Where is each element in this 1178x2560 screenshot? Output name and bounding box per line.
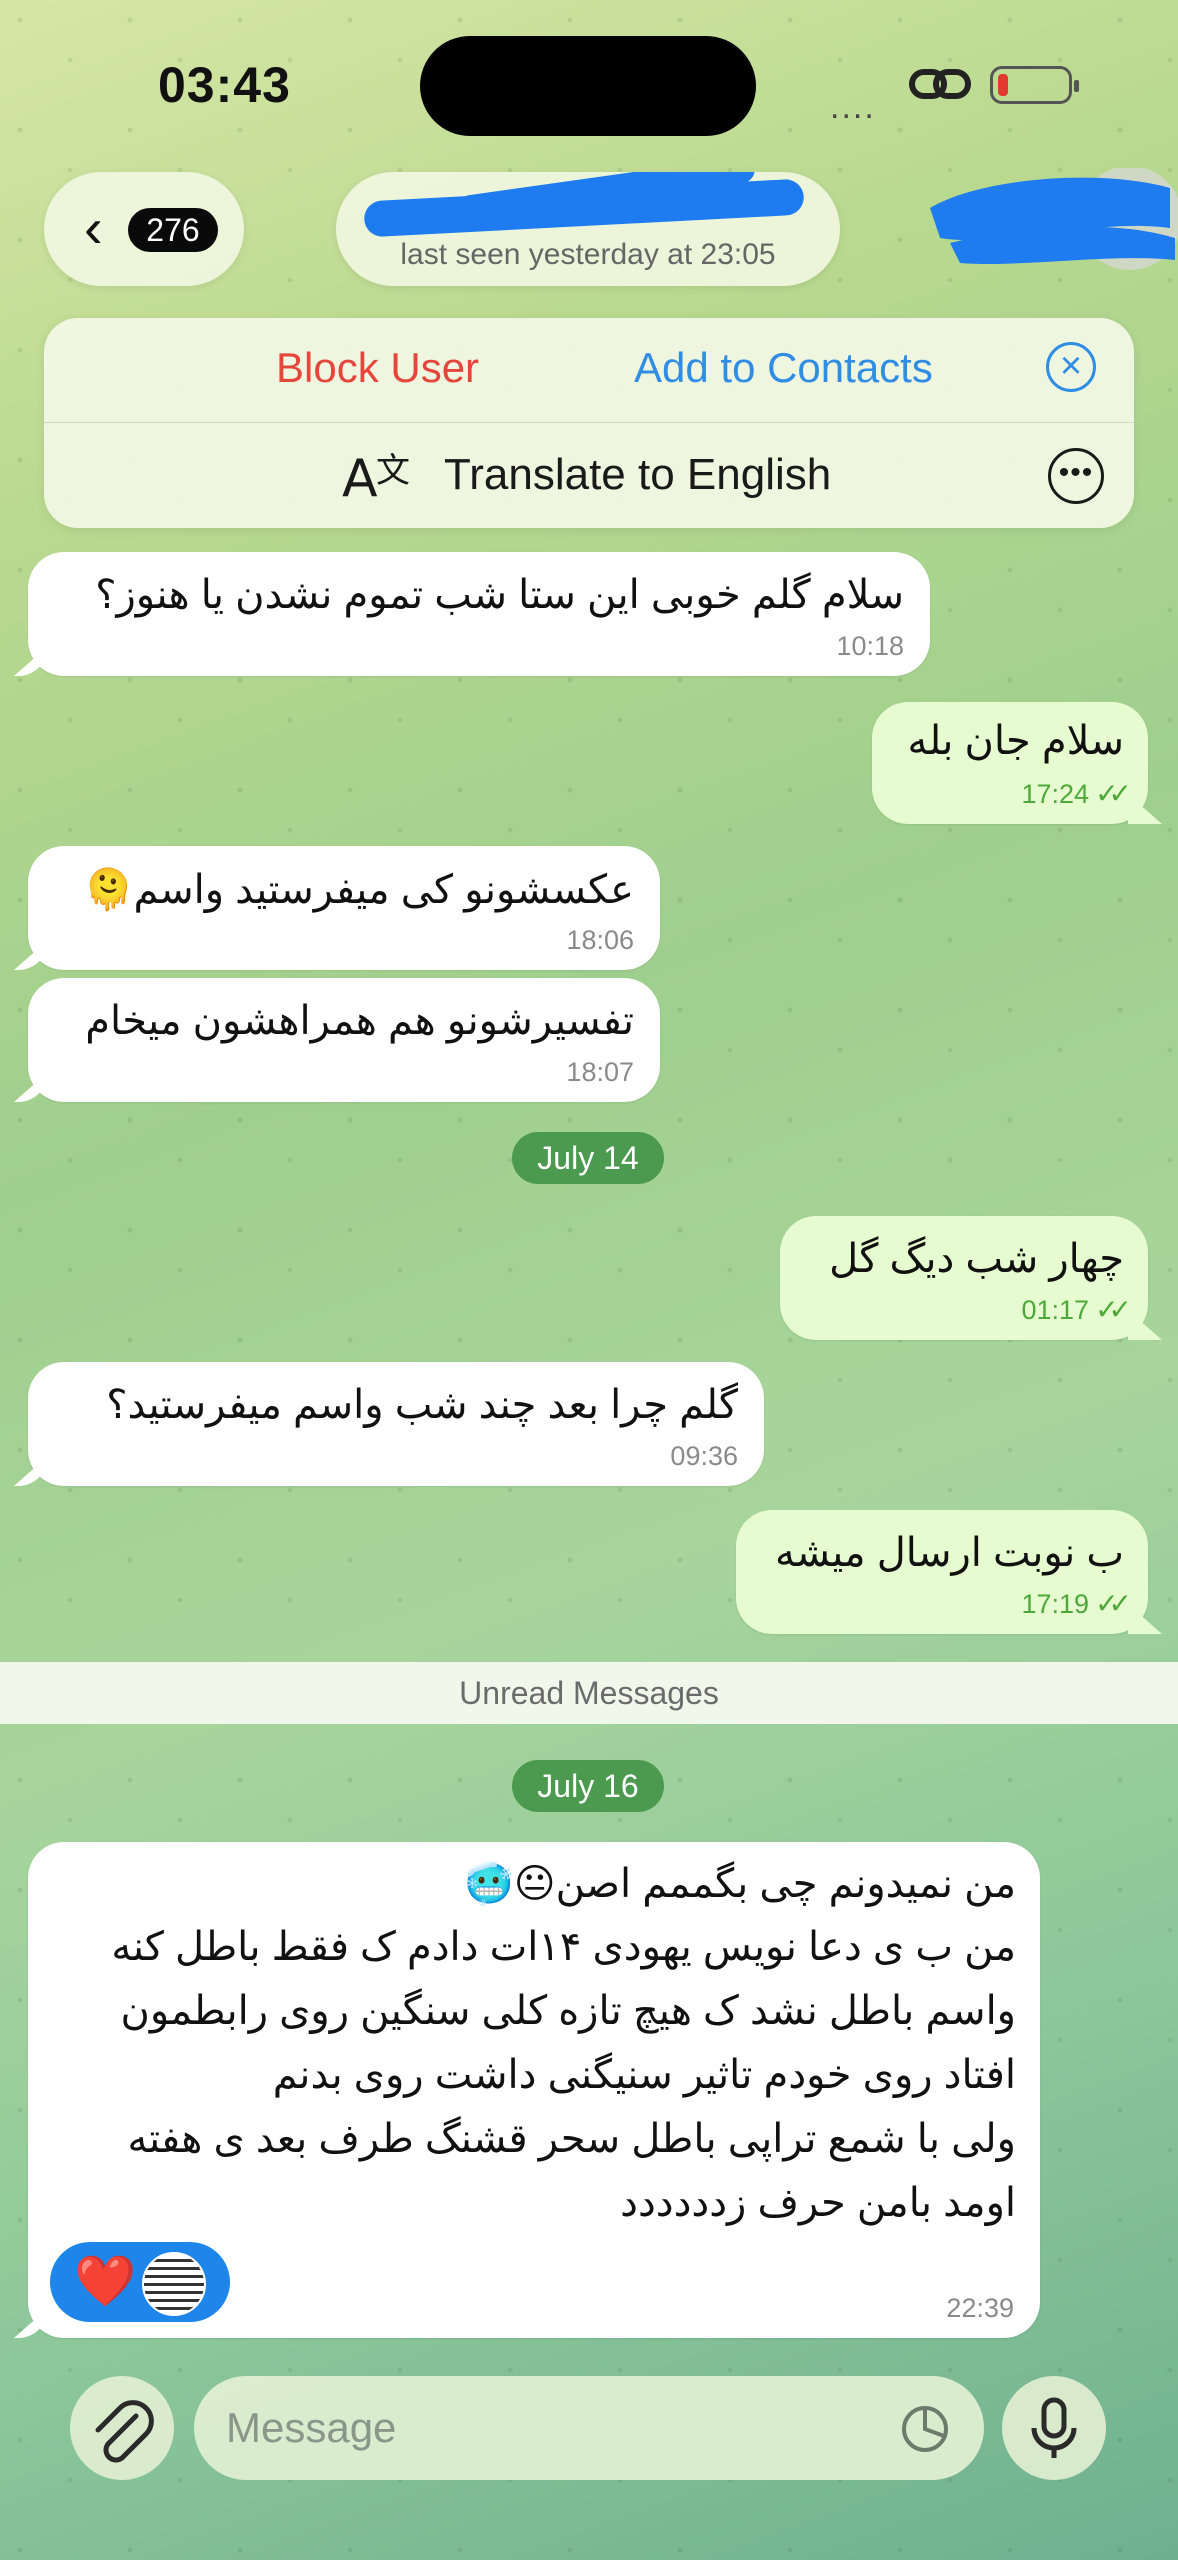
- contact-action-panel: Block User Add to Contacts × A 文 Transla…: [44, 318, 1134, 528]
- close-icon[interactable]: ×: [1046, 342, 1096, 392]
- avatar[interactable]: [920, 168, 1178, 278]
- read-ticks-icon: ✓✓: [1095, 778, 1132, 809]
- message-text: گلم چرا بعد چند شب واسم میفرستید؟: [106, 1383, 738, 1427]
- translate-button[interactable]: Translate to English: [444, 450, 831, 500]
- message-text: ب نوبت ارسال میشه: [774, 1531, 1124, 1575]
- message-bubble-incoming[interactable]: عکسشونو کی میفرستید واسم🫠 18:06: [28, 846, 660, 970]
- reaction-chip[interactable]: ❤️: [50, 2242, 230, 2322]
- microphone-icon: [1031, 2397, 1077, 2458]
- message-bubble-incoming[interactable]: سلام گلم خوبی این ستا شب تموم نشدن یا هن…: [28, 552, 930, 676]
- message-time-value: 01:17: [1021, 1295, 1090, 1325]
- block-user-button[interactable]: Block User: [276, 344, 479, 392]
- reactor-avatar: [142, 2252, 206, 2316]
- message-text-line: اومد بامن حرف زدددددد: [620, 2181, 1016, 2225]
- message-text-line: واسم باطل نشد ک هیچ تازه کلی سنگین روی ر…: [120, 1989, 1016, 2033]
- sticker-icon[interactable]: [900, 2404, 950, 2454]
- message-text-line: من نمیدونم چی بگممم اصن😐🥶: [464, 1862, 1016, 1906]
- link-icon: [909, 69, 971, 99]
- message-time: 10:18: [836, 631, 904, 661]
- date-separator: July 16: [512, 1760, 664, 1812]
- message-bubble-outgoing[interactable]: سلام جان بله 17:24 ✓✓: [872, 702, 1148, 824]
- message-time: 22:39: [946, 2293, 1014, 2323]
- date-separator: July 14: [512, 1132, 664, 1184]
- mic-button[interactable]: [1002, 2376, 1106, 2480]
- message-text: سلام جان بله: [907, 719, 1124, 763]
- svg-text:A: A: [342, 449, 378, 508]
- panel-divider: [44, 422, 1134, 423]
- status-bar: 03:43 ....: [0, 0, 1178, 170]
- signal-dots: ....: [830, 88, 876, 126]
- svg-text:文: 文: [376, 451, 410, 491]
- translate-icon: A 文: [342, 449, 410, 508]
- message-time-value: 17:19: [1021, 1589, 1090, 1619]
- message-text: عکسشونو کی میفرستید واسم🫠: [83, 868, 634, 912]
- unread-messages-separator: Unread Messages: [0, 1662, 1178, 1724]
- message-text-line: ولی با شمع تراپی باطل سحر قشنگ طرف بعد ی…: [127, 2117, 1017, 2161]
- message-text: چهار شب دیگ گل: [829, 1237, 1124, 1281]
- message-time: 17:24 ✓✓: [1021, 777, 1132, 810]
- message-time: 17:19 ✓✓: [1021, 1587, 1132, 1620]
- read-ticks-icon: ✓✓: [1095, 1294, 1132, 1325]
- message-time: 18:07: [566, 1057, 634, 1087]
- back-button[interactable]: ‹ 276: [44, 172, 244, 286]
- read-ticks-icon: ✓✓: [1095, 1588, 1132, 1619]
- message-text-line: افتاد روی خودم تاثیر سنیگنی داشت روی بدن…: [272, 2053, 1016, 2097]
- status-time: 03:43: [158, 57, 291, 113]
- message-bubble-outgoing[interactable]: ب نوبت ارسال میشه 17:19 ✓✓: [736, 1510, 1148, 1634]
- paperclip-icon: [95, 2400, 154, 2463]
- chevron-left-icon: ‹: [84, 196, 103, 259]
- message-bubble-incoming[interactable]: گلم چرا بعد چند شب واسم میفرستید؟ 09:36: [28, 1362, 764, 1486]
- message-time: 01:17 ✓✓: [1021, 1293, 1132, 1326]
- dynamic-island: [420, 36, 756, 136]
- battery-icon: [990, 66, 1079, 104]
- message-text: سلام گلم خوبی این ستا شب تموم نشدن یا هن…: [95, 573, 904, 617]
- heart-reaction-icon: ❤️: [74, 2253, 137, 2309]
- message-input[interactable]: Message: [194, 2376, 984, 2480]
- message-time: 18:06: [566, 925, 634, 955]
- message-time-value: 17:24: [1021, 779, 1090, 809]
- message-bubble-incoming[interactable]: تفسیرشونو هم همراهشون میخام 18:07: [28, 978, 660, 1102]
- attach-button[interactable]: [70, 2376, 174, 2480]
- unread-count-badge: 276: [128, 208, 218, 252]
- more-ellipsis-icon[interactable]: •••: [1048, 448, 1104, 504]
- message-bubble-incoming[interactable]: من نمیدونم چی بگممم اصن😐🥶 من ب ی دعا نوی…: [28, 1842, 1040, 2338]
- add-to-contacts-button[interactable]: Add to Contacts: [634, 344, 933, 392]
- message-text: تفسیرشونو هم همراهشون میخام: [85, 999, 634, 1043]
- last-seen-status: last seen yesterday at 23:05: [400, 238, 776, 271]
- battery-level: [998, 74, 1008, 96]
- chat-title[interactable]: last seen yesterday at 23:05: [336, 172, 840, 286]
- message-placeholder: Message: [226, 2404, 397, 2451]
- message-bubble-outgoing[interactable]: چهار شب دیگ گل 01:17 ✓✓: [780, 1216, 1148, 1340]
- message-text-line: من ب ی دعا نویس یهودی ۱۴ات دادم ک فقط با…: [111, 1925, 1016, 1969]
- message-time: 09:36: [670, 1441, 738, 1471]
